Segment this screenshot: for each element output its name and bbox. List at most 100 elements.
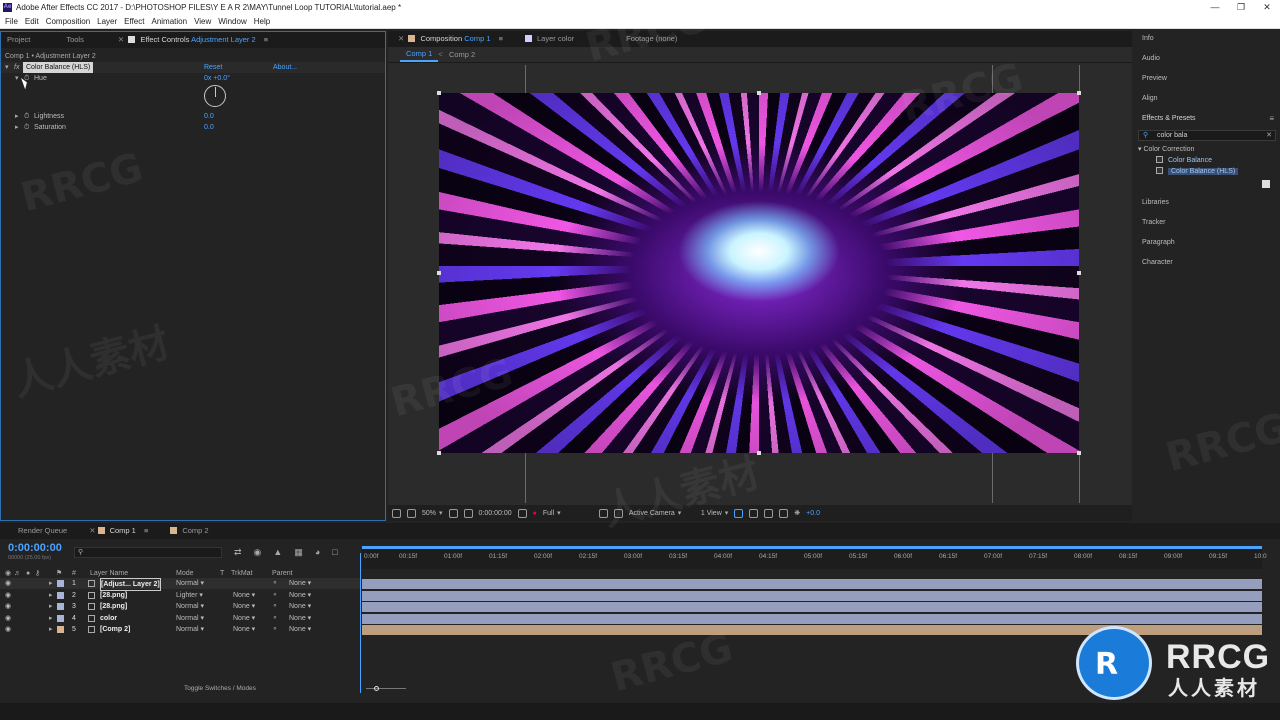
parent-dropdown[interactable]: None ▾	[289, 624, 311, 635]
flowchart-icon[interactable]	[779, 508, 789, 518]
hue-dial[interactable]	[204, 85, 226, 107]
panel-audio[interactable]: Audio	[1142, 55, 1160, 62]
shy-layers-icon[interactable]: ▲	[273, 547, 282, 558]
disclosure-open-icon[interactable]: ▾	[15, 73, 19, 84]
monitor-icon[interactable]	[407, 508, 416, 518]
color-channels-icon[interactable]: ●	[533, 510, 537, 517]
layer-duration-bar[interactable]	[362, 602, 1262, 612]
transform-handle[interactable]	[1077, 271, 1081, 275]
viewer-timecode[interactable]: 0:00:00:00	[479, 510, 512, 517]
nav-comp-2[interactable]: Comp 2	[443, 47, 481, 63]
label-color-swatch[interactable]	[57, 591, 64, 599]
mask-visibility-icon[interactable]	[463, 508, 473, 518]
pickwhip-icon[interactable]: ⚬	[272, 613, 278, 624]
trkmat-dropdown[interactable]: None ▾	[233, 590, 255, 601]
tab-comp-2[interactable]: Comp 2	[164, 523, 214, 539]
trkmat-dropdown[interactable]: None ▾	[233, 613, 255, 624]
panel-preview[interactable]: Preview	[1142, 75, 1167, 82]
label-color-swatch[interactable]	[57, 603, 64, 610]
reset-link[interactable]: Reset	[204, 62, 222, 73]
disclosure-closed-icon[interactable]: ▸	[15, 122, 19, 133]
tab-layer[interactable]: Layer color	[519, 31, 580, 47]
new-folder-icon[interactable]	[1262, 180, 1270, 188]
panel-info[interactable]: Info	[1142, 35, 1154, 42]
clear-search-icon[interactable]: ✕	[1266, 131, 1272, 140]
panel-character[interactable]: Character	[1142, 259, 1173, 266]
eye-icon[interactable]: ◉	[5, 590, 11, 601]
safe-zones-icon[interactable]	[448, 508, 458, 518]
menu-edit[interactable]: Edit	[25, 17, 39, 26]
work-area-bar[interactable]	[362, 546, 1262, 549]
effect-item-selected[interactable]: Color Balance (HLS)	[1156, 167, 1239, 175]
composition-mini-flowchart-icon[interactable]: ⇄	[234, 547, 242, 558]
layer-row[interactable]: ◉ ▸ 2 [28.png] Lighter ▾ None ▾ ⚬ None ▾	[0, 590, 360, 601]
panel-libraries[interactable]: Libraries	[1142, 199, 1169, 206]
disclosure-closed-icon[interactable]: ▸	[15, 111, 19, 122]
layer-row[interactable]: ◉ ▸ 4 color Normal ▾ None ▾ ⚬ None ▾	[0, 613, 360, 624]
maximize-icon[interactable]: ❐	[1228, 0, 1254, 15]
tab-project[interactable]: Project	[1, 32, 36, 48]
menu-view[interactable]: View	[194, 17, 211, 26]
stopwatch-icon[interactable]: ⏱	[24, 122, 29, 133]
zoom-slider-thumb[interactable]	[374, 686, 379, 691]
panel-tracker[interactable]: Tracker	[1142, 219, 1165, 226]
disclosure-closed-icon[interactable]: ▸	[49, 613, 53, 624]
layer-row[interactable]: ◉ ▸ 1 [Adjust... Layer 2] Normal ▾ ⚬ None ▾	[0, 578, 360, 591]
transform-handle[interactable]	[437, 271, 441, 275]
toggle-pixel-icon[interactable]	[734, 508, 744, 518]
parent-dropdown[interactable]: None ▾	[289, 578, 311, 589]
tab-tools[interactable]: Tools	[60, 32, 90, 48]
mode-dropdown[interactable]: Normal ▾	[176, 613, 204, 624]
pickwhip-icon[interactable]: ⚬	[272, 624, 278, 635]
always-preview-icon[interactable]	[392, 508, 401, 518]
layer-duration-bar[interactable]	[362, 590, 1262, 601]
disclosure-open-icon[interactable]: ▾	[5, 62, 9, 73]
label-color-swatch[interactable]	[57, 580, 64, 587]
menu-help[interactable]: Help	[254, 17, 270, 26]
resolution-dropdown[interactable]: Full	[543, 509, 593, 517]
fast-previews-icon[interactable]	[749, 508, 759, 518]
menu-animation[interactable]: Animation	[151, 17, 187, 26]
layer-duration-bar[interactable]	[362, 613, 1262, 624]
transform-handle[interactable]	[1077, 91, 1081, 95]
trkmat-dropdown[interactable]: None ▾	[233, 624, 255, 635]
tab-render-queue[interactable]: Render Queue	[12, 523, 73, 539]
disclosure-closed-icon[interactable]: ▸	[49, 624, 53, 635]
transparency-grid-icon[interactable]	[613, 508, 623, 518]
menu-composition[interactable]: Composition	[46, 17, 90, 26]
pickwhip-icon[interactable]: ⚬	[272, 590, 278, 601]
layer-search-input[interactable]: ⚲	[74, 547, 222, 558]
layer-name[interactable]: color	[100, 613, 117, 624]
pickwhip-icon[interactable]: ⚬	[272, 578, 278, 589]
about-link[interactable]: About...	[273, 62, 297, 73]
tab-effect-controls[interactable]: ✕ Effect Controls Adjustment Layer 2 ≡	[112, 32, 274, 48]
tab-composition[interactable]: ✕ Composition Comp 1 ≡	[392, 31, 509, 47]
lightness-value[interactable]: 0.0	[204, 111, 214, 122]
disclosure-closed-icon[interactable]: ▸	[49, 601, 53, 612]
parent-dropdown[interactable]: None ▾	[289, 601, 311, 612]
label-color-swatch[interactable]	[57, 626, 64, 633]
eye-icon[interactable]: ◉	[5, 578, 11, 589]
exposure-value[interactable]: +0.0	[806, 510, 820, 517]
effects-search-input[interactable]: ⚲ color bala ✕	[1138, 130, 1276, 141]
toggle-switches-modes[interactable]: Toggle Switches / Modes	[184, 685, 256, 692]
label-color-swatch[interactable]	[57, 614, 64, 622]
layer-name[interactable]: [28.png]	[100, 590, 127, 601]
region-of-interest-icon[interactable]	[598, 508, 608, 518]
category-row[interactable]: ▾ Color Correction	[1138, 145, 1194, 153]
transform-handle[interactable]	[437, 451, 441, 455]
layer-name[interactable]: [28.png]	[100, 601, 127, 612]
timeline-icon[interactable]	[764, 508, 774, 518]
hue-value[interactable]: 0x +0.0°	[204, 73, 230, 84]
layer-row[interactable]: ◉ ▸ 3 [28.png] Normal ▾ None ▾ ⚬ None ▾	[0, 601, 360, 612]
eye-icon[interactable]: ◉	[5, 601, 11, 612]
mode-dropdown[interactable]: Normal ▾	[176, 601, 204, 612]
camera-snapshot-icon[interactable]	[517, 508, 527, 518]
mode-dropdown[interactable]: Normal ▾	[176, 624, 204, 635]
effect-name[interactable]: Color Balance (HLS)	[23, 62, 94, 73]
panel-paragraph[interactable]: Paragraph	[1142, 239, 1175, 246]
layer-name[interactable]: [Comp 2]	[100, 624, 130, 635]
zoom-slider[interactable]	[362, 686, 422, 691]
transform-handle[interactable]	[1077, 451, 1081, 455]
transform-handle[interactable]	[757, 91, 761, 95]
